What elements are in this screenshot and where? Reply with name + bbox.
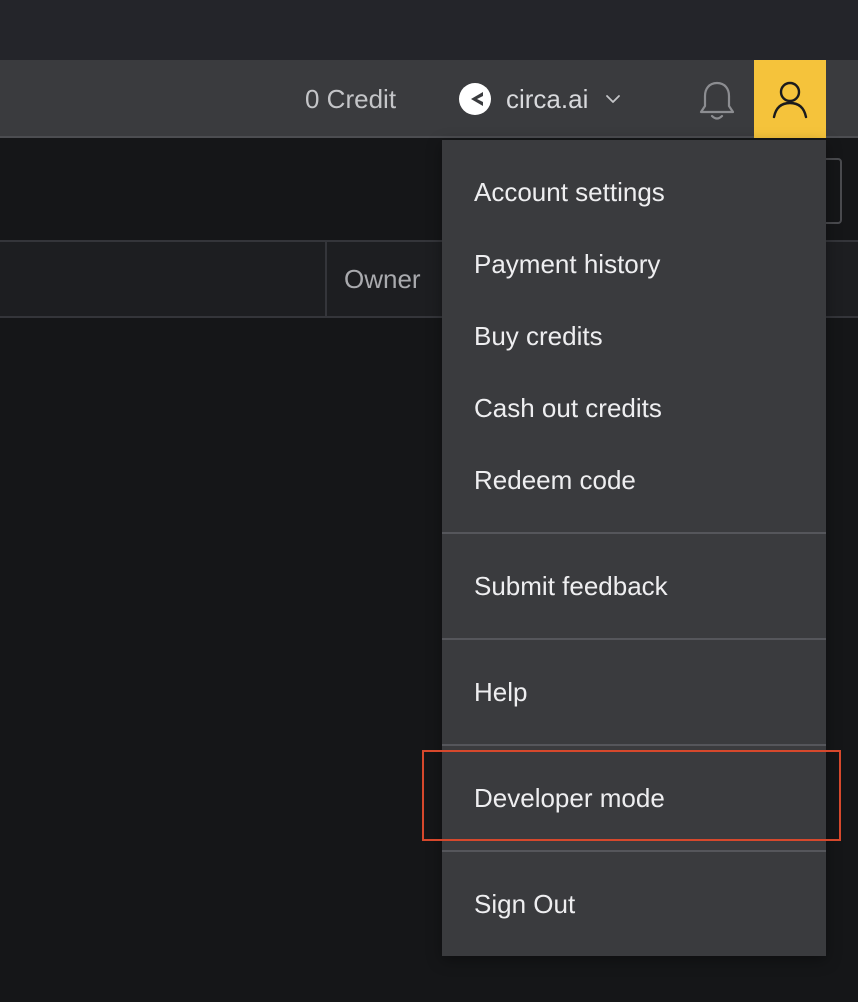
circa-logo-icon — [459, 83, 491, 115]
menu-item-redeem-code[interactable]: Redeem code — [442, 444, 826, 516]
user-icon — [772, 81, 808, 119]
menu-separator — [442, 850, 826, 852]
menu-item-sign-out[interactable]: Sign Out — [442, 868, 826, 940]
app-page: 0 Credit circa.ai Owner Account settings… — [0, 0, 858, 1002]
column-header-owner[interactable]: Owner — [344, 242, 421, 316]
org-name: circa.ai — [506, 83, 589, 114]
menu-item-submit-feedback[interactable]: Submit feedback — [442, 550, 826, 622]
menu-item-help[interactable]: Help — [442, 656, 826, 728]
menu-item-account-settings[interactable]: Account settings — [442, 156, 826, 228]
top-header: 0 Credit circa.ai — [0, 60, 858, 138]
menu-item-payment-history[interactable]: Payment history — [442, 228, 826, 300]
menu-separator — [442, 744, 826, 746]
org-switcher[interactable]: circa.ai — [458, 60, 622, 138]
menu-separator — [442, 532, 826, 534]
top-strip — [0, 0, 858, 60]
menu-item-developer-mode[interactable]: Developer mode — [442, 762, 826, 834]
account-menu-button[interactable] — [754, 60, 826, 138]
menu-separator — [442, 638, 826, 640]
menu-item-buy-credits[interactable]: Buy credits — [442, 300, 826, 372]
column-divider — [325, 242, 327, 316]
chevron-down-icon — [606, 95, 621, 103]
bell-icon[interactable] — [696, 78, 738, 122]
user-dropdown-menu: Account settings Payment history Buy cre… — [442, 140, 826, 956]
credit-balance[interactable]: 0 Credit — [305, 60, 396, 138]
menu-item-cash-out-credits[interactable]: Cash out credits — [442, 372, 826, 444]
